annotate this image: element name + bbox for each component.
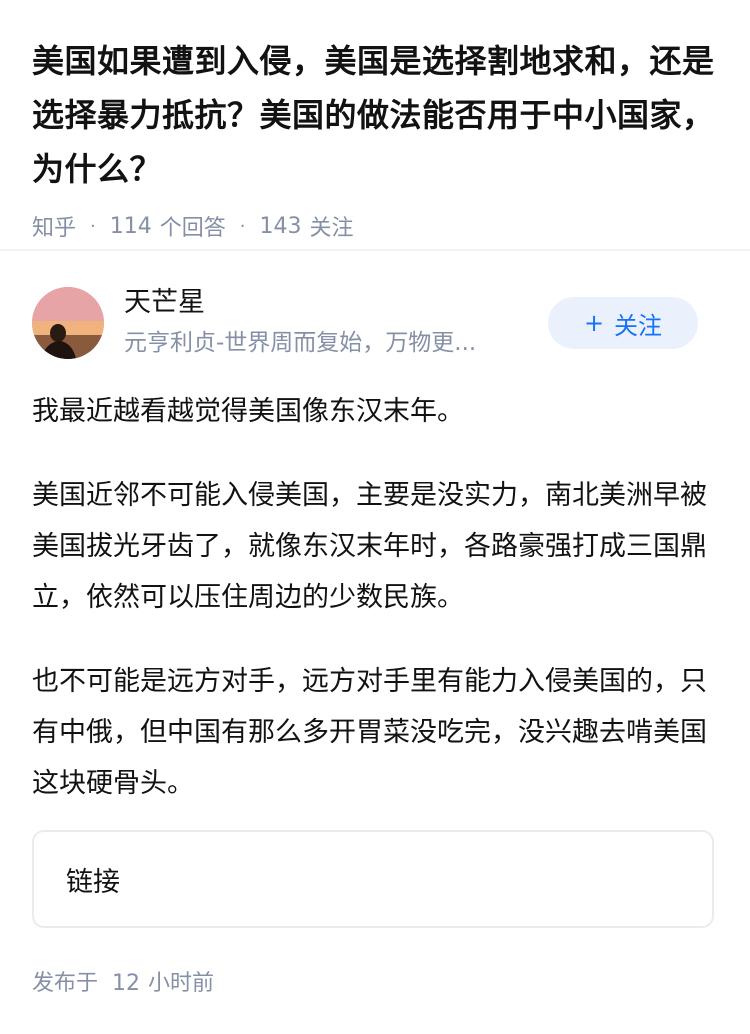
answer-paragraph: 我最近越看越觉得美国像东汉末年。 <box>32 396 464 427</box>
follow-count-label: 关注 <box>309 216 354 241</box>
follow-count: 143 <box>259 213 302 239</box>
avatar[interactable] <box>32 287 104 359</box>
meta-separator: · <box>90 215 96 237</box>
question-meta: 知乎 · 114 个回答 · 143 关注 <box>32 208 718 244</box>
follow-button[interactable]: + 关注 <box>548 297 698 349</box>
meta-separator: · <box>239 215 246 237</box>
publish-info: 发布于 12 小时前 <box>32 966 214 1002</box>
answer-count: 114 <box>109 213 152 239</box>
publish-unit: 小时前 <box>148 971 215 996</box>
section-divider <box>0 249 750 251</box>
answer-count-label[interactable]: 个回答 <box>160 210 226 242</box>
link-card-label: 链接 <box>66 866 120 898</box>
answer-content: 我最近越看越觉得美国像东汉末年。 美国近邻不可能入侵美国，主要是没实力，南北美洲… <box>32 386 722 842</box>
question-header: 美国如果遭到入侵，美国是选择割地求和，还是选择暴力抵抗？美国的做法能否用于中小国… <box>0 0 750 244</box>
answer-paragraph: 美国近邻不可能入侵美国，主要是没实力，南北美洲早被美国拔光牙齿了，就像东汉末年时… <box>32 480 707 613</box>
follow-button-label: 关注 <box>614 311 663 340</box>
author-name[interactable]: 天芒星 <box>124 285 205 321</box>
publish-prefix: 发布于 <box>32 971 99 996</box>
plus-icon: + <box>583 309 605 337</box>
source-label[interactable]: 知乎 <box>32 210 76 242</box>
author-card: 天芒星 元亨利贞-世界周而复始，万物更... + 关注 <box>32 285 718 359</box>
author-bio: 元亨利贞-世界周而复始，万物更... <box>124 330 477 356</box>
answer-paragraph: 也不可能是远方对手，远方对手里有能力入侵美国的，只有中俄，但中国有那么多开胃菜没… <box>32 666 707 799</box>
question-title[interactable]: 美国如果遭到入侵，美国是选择割地求和，还是选择暴力抵抗？美国的做法能否用于中小国… <box>32 34 718 196</box>
link-card[interactable]: 链接 <box>32 830 714 928</box>
publish-time: 12 <box>112 971 141 996</box>
